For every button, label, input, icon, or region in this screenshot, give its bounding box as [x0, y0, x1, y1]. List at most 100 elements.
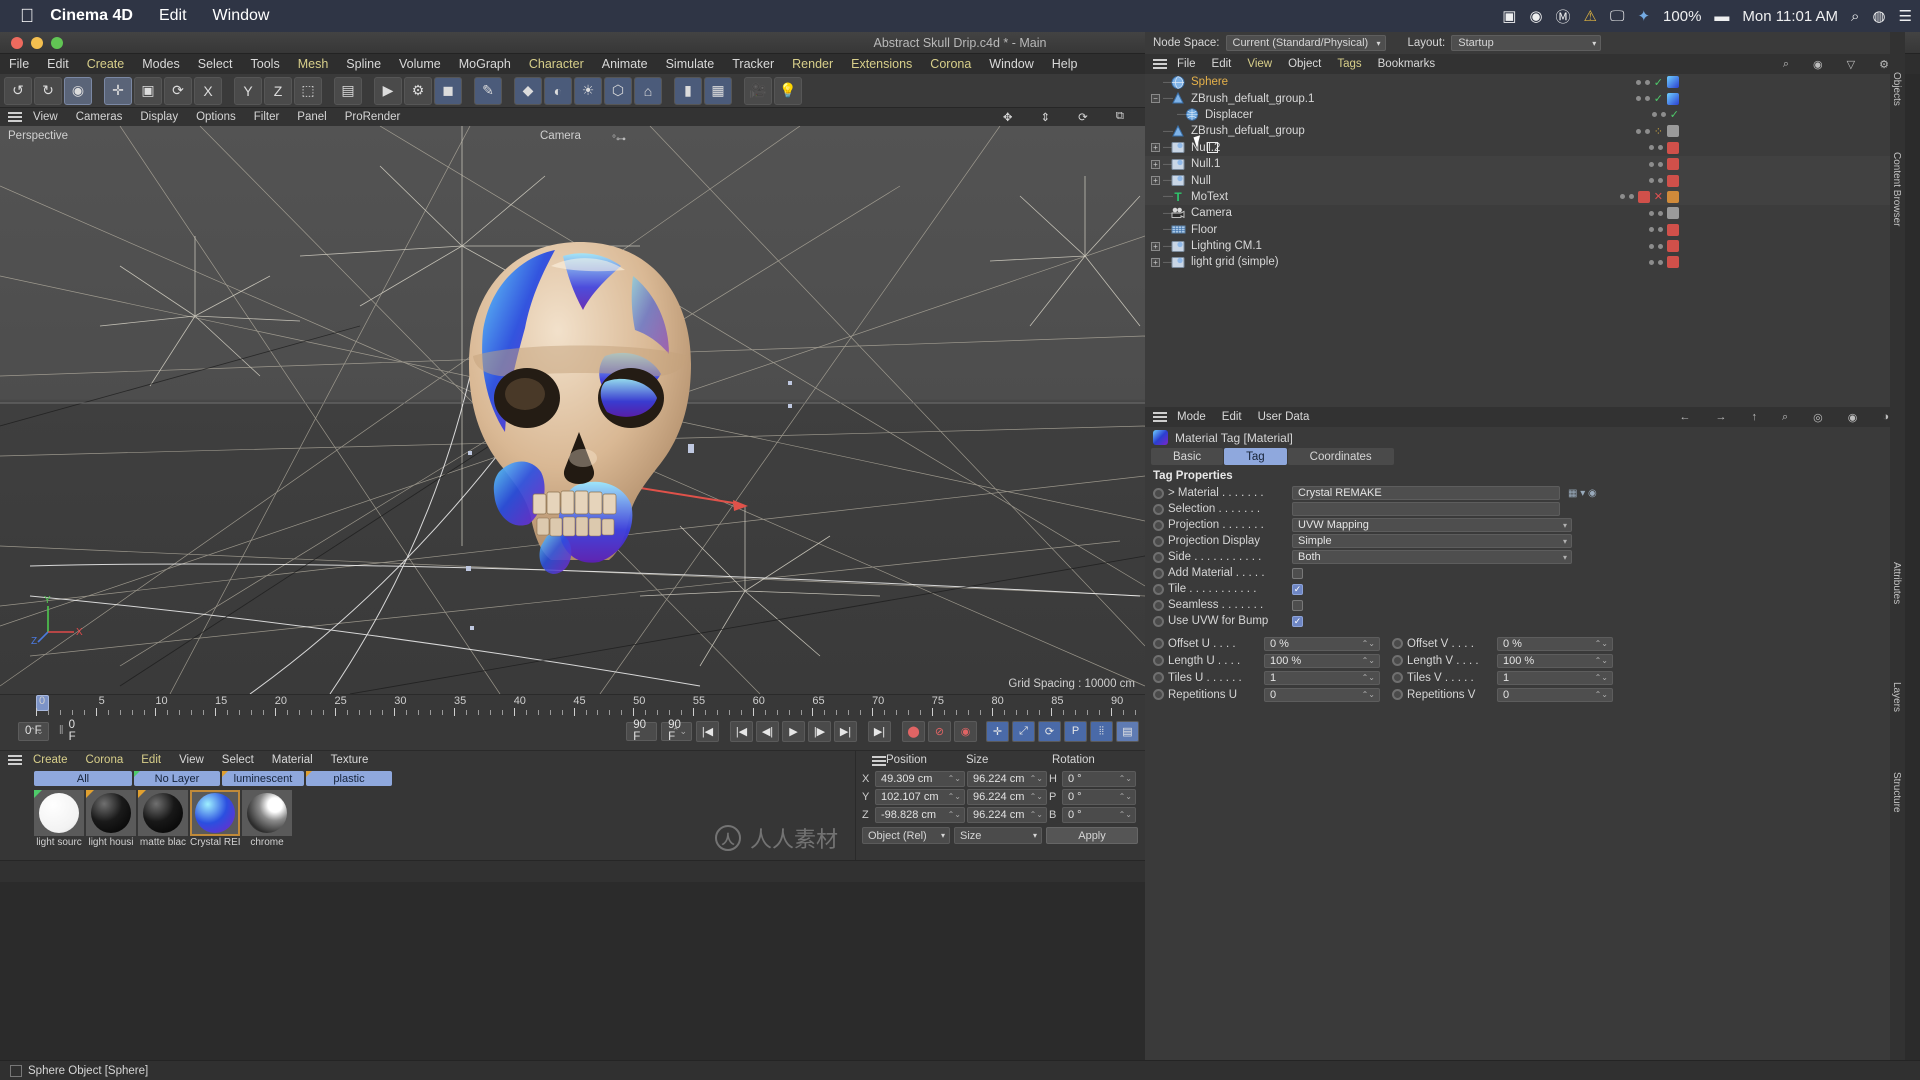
rotation-key-button[interactable]: ⟳: [1038, 720, 1061, 742]
siri-icon[interactable]: ◍: [1872, 7, 1885, 25]
object-item-light-grid-simple-[interactable]: + — light grid (simple): [1145, 254, 1905, 270]
coordinates-mode-select[interactable]: Object (Rel) ▾: [862, 827, 950, 844]
projection-select[interactable]: UVW Mapping ▾: [1292, 518, 1572, 532]
size-field[interactable]: 96.224 cm ⌃⌄: [967, 770, 1047, 787]
visibility-dot-render[interactable]: [1658, 227, 1663, 233]
position-field[interactable]: -98.828 cm ⌃⌄: [875, 806, 965, 823]
generator-button[interactable]: ◆: [514, 76, 542, 105]
undo-button[interactable]: ↺: [4, 76, 32, 105]
camera-button[interactable]: ⌂: [634, 76, 662, 105]
music-icon[interactable]: ◉: [1529, 7, 1542, 25]
length-v-field[interactable]: 100 % ⌃⌄: [1497, 653, 1613, 668]
eye-icon[interactable]: ◉: [1805, 58, 1831, 71]
axis-lock-y[interactable]: Y: [234, 76, 262, 105]
scale-tool[interactable]: ▣: [134, 76, 162, 105]
om-menu-view[interactable]: View: [1239, 58, 1280, 70]
material-layer-all[interactable]: All: [34, 771, 132, 786]
appmenu-item-window[interactable]: Window: [980, 57, 1042, 71]
material-pick-icon[interactable]: ▦ ▾ ◉: [1568, 488, 1597, 499]
tile-checkbox[interactable]: ✓: [1292, 583, 1303, 595]
corona-render-button[interactable]: ▦: [704, 76, 732, 105]
warning-icon[interactable]: ⚠: [1584, 7, 1597, 25]
step-forward-button[interactable]: |▶: [808, 720, 831, 742]
current-frame-field[interactable]: 0 F ⌃⌄: [18, 721, 49, 741]
animate-toggle-icon[interactable]: [1153, 655, 1164, 666]
tiles-v-field[interactable]: 1 ⌃⌄: [1497, 670, 1613, 685]
lock-icon[interactable]: ◉: [1840, 411, 1866, 424]
appmenu-item-character[interactable]: Character: [520, 57, 593, 71]
autokeying-button[interactable]: ⊘: [928, 720, 951, 742]
material-field[interactable]: Crystal REMAKE: [1292, 486, 1560, 500]
visibility-check-icon[interactable]: ✓: [1654, 92, 1663, 105]
rotate-tool[interactable]: ⟳: [164, 76, 192, 105]
macmenu-item-edit[interactable]: Edit: [159, 7, 187, 25]
pin-icon[interactable]: ◎: [1805, 411, 1831, 424]
appmenu-item-corona[interactable]: Corona: [921, 57, 980, 71]
spline-pen-button[interactable]: ✎: [474, 76, 502, 105]
material-menu-edit[interactable]: Edit: [132, 754, 170, 766]
attr-tab-coordinates[interactable]: Coordinates: [1287, 448, 1394, 465]
macmenu-item-cinema4d[interactable]: Cinema 4D: [50, 7, 133, 25]
object-item-null[interactable]: + — Null: [1145, 172, 1905, 189]
node-space-select[interactable]: Current (Standard/Physical) ▾: [1225, 35, 1386, 51]
animate-toggle-icon[interactable]: [1392, 672, 1403, 683]
attr-tab-tag[interactable]: Tag: [1224, 448, 1287, 465]
corona-camera-button[interactable]: 🎥: [744, 76, 772, 105]
tag-icon[interactable]: [1667, 240, 1679, 253]
offset-u-field[interactable]: 0 % ⌃⌄: [1264, 636, 1380, 651]
object-item-displacer[interactable]: — Displacer ✓: [1145, 107, 1905, 123]
end-frame-field[interactable]: 90 F ⌃⌄: [661, 719, 692, 743]
timeline-ruler[interactable]: 0 5 10 15 20 25 30 35 40 45 50 55 60 65 70 75 80 85 90: [36, 695, 1136, 719]
go-to-start-button[interactable]: |◀: [730, 720, 753, 742]
level-of-detail-button[interactable]: ▤: [1116, 720, 1139, 742]
appmenu-item-select[interactable]: Select: [189, 57, 242, 71]
visibility-dot-editor[interactable]: [1619, 194, 1625, 200]
tree-toggle-icon[interactable]: +: [1151, 159, 1160, 169]
animate-toggle-icon[interactable]: [1153, 583, 1164, 595]
visibility-dot-render[interactable]: [1628, 194, 1634, 200]
animate-toggle-icon[interactable]: [1153, 551, 1164, 563]
viewport-menu-display[interactable]: Display: [131, 111, 187, 123]
visibility-dot-render[interactable]: [1660, 112, 1666, 118]
dock-tab-structure[interactable]: Structure: [1891, 772, 1902, 813]
animate-toggle-icon[interactable]: [1153, 599, 1164, 611]
size-field[interactable]: 96.224 cm ⌃⌄: [967, 788, 1047, 805]
screen-record-icon[interactable]: ▣: [1502, 7, 1516, 25]
visibility-dot-editor[interactable]: [1635, 96, 1641, 102]
visibility-dot-editor[interactable]: [1649, 178, 1654, 184]
display-icon[interactable]: 🖵: [1610, 8, 1624, 25]
pla-key-button[interactable]: ⦙⦙: [1090, 720, 1113, 742]
render-view-button[interactable]: ▤: [334, 76, 362, 105]
animate-toggle-icon[interactable]: [1392, 655, 1403, 666]
object-item-camera[interactable]: — Camera: [1145, 205, 1905, 221]
dock-tab-attributes[interactable]: Attributes: [1891, 562, 1902, 604]
macmenu-item-window[interactable]: Window: [213, 7, 270, 25]
visibility-dot-render[interactable]: [1644, 96, 1650, 102]
tag-icon[interactable]: [1667, 256, 1679, 269]
keyframe-selection-button[interactable]: ◉: [954, 720, 977, 742]
filter-icon[interactable]: ▽: [1839, 58, 1863, 71]
tag-icon[interactable]: [1667, 223, 1679, 236]
om-menu-bookmarks[interactable]: Bookmarks: [1370, 58, 1444, 70]
visibility-dot-render[interactable]: [1658, 145, 1663, 151]
back-arrow-icon[interactable]: ←: [1671, 411, 1698, 424]
appmenu-item-edit[interactable]: Edit: [38, 57, 78, 71]
rotation-field[interactable]: 0 ° ⌃⌄: [1062, 788, 1136, 805]
skull-model[interactable]: [455, 236, 705, 596]
dock-tab-objects[interactable]: Objects: [1891, 72, 1902, 106]
tree-toggle-icon[interactable]: +: [1151, 257, 1160, 267]
appmenu-item-tracker[interactable]: Tracker: [723, 57, 783, 71]
environment-button[interactable]: ☀: [574, 76, 602, 105]
object-item-lighting-cm-1[interactable]: + — Lighting CM.1: [1145, 238, 1905, 254]
object-item-null-2[interactable]: + — Null.2: [1145, 140, 1905, 156]
control-center-icon[interactable]: ☰: [1899, 7, 1912, 25]
layout-select[interactable]: Startup ▾: [1451, 35, 1602, 51]
coordinates-apply-button[interactable]: Apply: [1046, 827, 1138, 844]
maximize-icon[interactable]: ⧉: [1107, 110, 1133, 124]
cube-primitive-button[interactable]: ◼: [434, 76, 462, 105]
live-selection-tool[interactable]: ◉: [64, 76, 92, 105]
viewport-menu-icon[interactable]: [8, 112, 22, 122]
axis-lock-x[interactable]: X: [194, 76, 222, 105]
up-arrow-icon[interactable]: ↑: [1743, 411, 1765, 424]
om-menu-edit[interactable]: Edit: [1204, 58, 1240, 70]
